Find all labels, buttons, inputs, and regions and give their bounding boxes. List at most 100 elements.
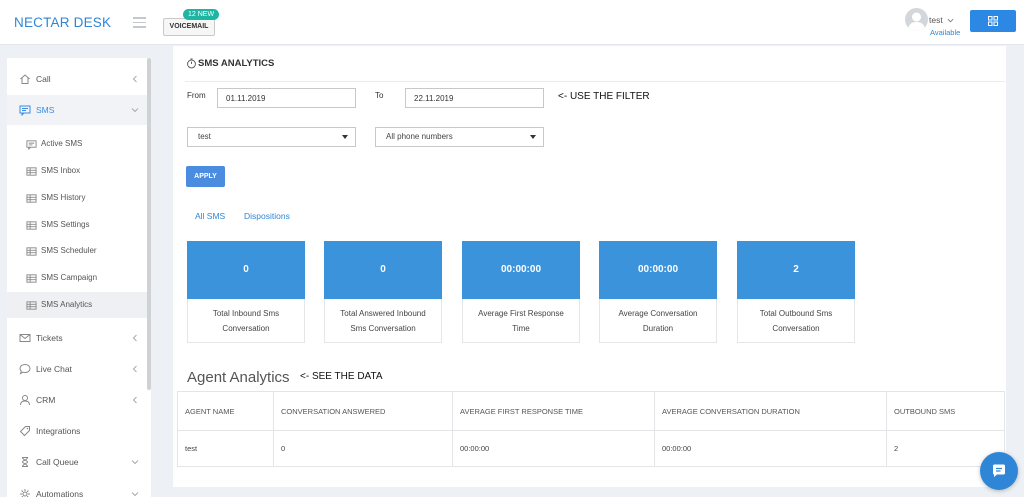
apply-button[interactable]: APPLY: [186, 166, 225, 187]
from-date-input[interactable]: [217, 88, 356, 108]
table-header-row: AGENT NAME CONVERSATION ANSWERED AVERAGE…: [177, 391, 1005, 431]
list-icon: [26, 274, 37, 283]
filter-hint: <- USE THE FILTER: [558, 91, 650, 102]
stat-card-total-outbound: 2 Total Outbound Sms Conversation: [737, 241, 855, 343]
avatar[interactable]: [905, 8, 928, 31]
sidebar-item-automations[interactable]: Automations: [7, 479, 147, 497]
top-header: NECTAR DESK 12 NEW VOICEMAIL test Availa…: [0, 0, 1024, 45]
sidebar-item-sms[interactable]: SMS: [7, 95, 147, 125]
home-icon: [20, 74, 30, 84]
sidebar-item-label: SMS: [36, 105, 55, 115]
tab-dispositions[interactable]: Dispositions: [244, 210, 290, 222]
stat-label: Total Answered Inbound Sms Conversation: [324, 299, 442, 343]
chevron-down-icon: [131, 460, 139, 465]
gear-icon: [20, 489, 30, 497]
sidebar-item-label: Integrations: [36, 426, 81, 436]
sidebar-item-live-chat[interactable]: Live Chat: [7, 354, 147, 384]
column-header[interactable]: OUTBOUND SMS: [886, 391, 1005, 431]
user-status: Available: [930, 28, 961, 37]
table-cell: 00:00:00: [452, 430, 655, 467]
phone-number-select[interactable]: All phone numbers: [375, 127, 544, 147]
user-name[interactable]: test: [929, 15, 943, 25]
tag-icon: [19, 426, 30, 437]
stat-value: 0: [324, 241, 442, 299]
stat-card-total-inbound: 0 Total Inbound Sms Conversation: [187, 241, 305, 343]
sidebar-subitem-label: SMS Campaign: [41, 273, 98, 282]
column-header[interactable]: AGENT NAME: [177, 391, 274, 431]
sidebar-subitem-label: SMS Settings: [41, 220, 90, 229]
sidebar-subitem-sms-inbox[interactable]: SMS Inbox: [7, 158, 147, 184]
table-cell: 0: [273, 430, 453, 467]
message-icon: [19, 105, 31, 116]
chevron-down-icon: [131, 492, 139, 497]
sidebar-subitem-label: SMS Analytics: [41, 300, 93, 309]
sidebar-item-crm[interactable]: CRM: [7, 385, 147, 415]
sidebar-subitem-sms-history[interactable]: SMS History: [7, 185, 147, 211]
sidebar-subitem-label: SMS Scheduler: [41, 246, 97, 255]
column-header[interactable]: AVERAGE CONVERSATION DURATION: [654, 391, 887, 431]
title-divider: [185, 81, 1005, 82]
sidebar-subitem-active-sms[interactable]: Active SMS: [7, 131, 147, 157]
stat-card-avg-first-response: 00:00:00 Average First Response Time: [462, 241, 580, 343]
stat-value: 2: [737, 241, 855, 299]
tab-all-sms[interactable]: All SMS: [195, 210, 225, 222]
column-header[interactable]: AVERAGE FIRST RESPONSE TIME: [452, 391, 655, 431]
app-logo[interactable]: NECTAR DESK: [14, 15, 111, 31]
stat-value: 00:00:00: [599, 241, 717, 299]
list-icon: [26, 167, 37, 176]
sidebar-subitem-sms-scheduler[interactable]: SMS Scheduler: [7, 238, 147, 264]
to-label: To: [375, 91, 384, 100]
agent-analytics-table: AGENT NAME CONVERSATION ANSWERED AVERAGE…: [177, 391, 1005, 467]
agent-select-value: test: [198, 132, 211, 141]
stat-label: Average Conversation Duration: [599, 299, 717, 343]
sidebar-scrollbar[interactable]: [147, 58, 151, 390]
chevron-left-icon: [132, 75, 137, 83]
table-cell: 00:00:00: [654, 430, 887, 467]
sidebar-item-label: Tickets: [36, 333, 63, 343]
message-icon: [26, 140, 37, 150]
avatar-placeholder-icon: [908, 12, 925, 31]
stat-label: Average First Response Time: [462, 299, 580, 343]
stat-label: Total Inbound Sms Conversation: [187, 299, 305, 343]
sidebar-item-tickets[interactable]: Tickets: [7, 323, 147, 353]
voicemail-button[interactable]: VOICEMAIL: [163, 18, 215, 36]
sidebar-item-call-queue[interactable]: Call Queue: [7, 447, 147, 477]
table-cell: test: [177, 430, 274, 467]
sidebar-subitem-sms-settings[interactable]: SMS Settings: [7, 212, 147, 238]
chevron-down-icon[interactable]: [947, 17, 954, 24]
sidebar: Call SMS Active SMS SMS Inbox SMS Histor…: [7, 58, 151, 497]
stat-label: Total Outbound Sms Conversation: [737, 299, 855, 343]
caret-down-icon: [530, 135, 536, 139]
caret-down-icon: [342, 135, 348, 139]
page-title: SMS ANALYTICS: [198, 58, 275, 69]
sidebar-item-call[interactable]: Call: [7, 64, 147, 94]
column-header[interactable]: CONVERSATION ANSWERED: [273, 391, 453, 431]
chat-bubble-icon: [19, 363, 31, 375]
table-row: test 0 00:00:00 00:00:00 2: [177, 430, 1005, 467]
main-panel: SMS ANALYTICS From To <- USE THE FILTER …: [173, 46, 1006, 487]
sidebar-item-label: Automations: [36, 489, 84, 497]
sidebar-subitem-sms-campaign[interactable]: SMS Campaign: [7, 265, 147, 291]
chat-icon: [993, 464, 1005, 477]
sidebar-subitem-label: SMS Inbox: [41, 166, 81, 175]
chevron-left-icon: [132, 334, 137, 342]
list-icon: [26, 247, 37, 256]
agent-analytics-title: Agent Analytics: [187, 369, 290, 386]
chevron-left-icon: [132, 365, 137, 373]
sidebar-subitem-label: Active SMS: [41, 139, 83, 148]
sidebar-item-label: Call: [36, 74, 51, 84]
agent-select[interactable]: test: [187, 127, 356, 147]
user-icon: [20, 395, 30, 406]
chevron-down-icon: [131, 108, 139, 113]
apps-button[interactable]: [970, 10, 1016, 32]
sidebar-subitem-sms-analytics[interactable]: SMS Analytics: [7, 292, 147, 318]
data-hint: <- SEE THE DATA: [300, 371, 383, 382]
sidebar-item-integrations[interactable]: Integrations: [7, 416, 147, 446]
envelope-icon: [19, 334, 31, 342]
chat-widget-button[interactable]: [980, 452, 1018, 490]
hamburger-icon[interactable]: [133, 17, 146, 28]
sidebar-subitem-label: SMS History: [41, 193, 86, 202]
list-icon: [26, 221, 37, 230]
stat-card-avg-duration: 00:00:00 Average Conversation Duration: [599, 241, 717, 343]
to-date-input[interactable]: [405, 88, 544, 108]
